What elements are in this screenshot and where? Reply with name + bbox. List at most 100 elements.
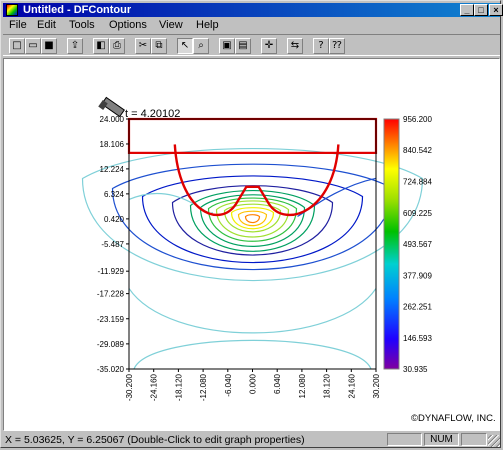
status-cell-caps (387, 433, 422, 446)
frame-button[interactable]: ▣ (219, 38, 235, 54)
contour-line-12 (244, 214, 261, 224)
main-window: Untitled - DFContour _ □ × File Edit Too… (0, 0, 503, 448)
info-button[interactable]: ? (313, 38, 329, 54)
plot-area[interactable]: 956.200 840.542 724.884 609.225 493.567 377.9… (3, 58, 500, 431)
x-tick-label: -24.160 (150, 373, 159, 401)
contour-plot[interactable]: 956.200 840.542 724.884 609.225 493.567 377.9… (4, 59, 499, 430)
print-button[interactable]: ⎙ (109, 38, 125, 54)
info-icon: ? (318, 40, 324, 51)
export-icon: ⇪ (70, 40, 80, 51)
status-cell-scrl (461, 433, 487, 446)
contour-line-outer-2 (133, 339, 372, 370)
contour-line-6 (199, 194, 306, 247)
pointer-icon: ↖ (180, 40, 190, 51)
add-button[interactable]: ✛ (261, 38, 277, 54)
toolbar: □ ▭ ■ ⇪ ◧ ⎙ ✂ ⧉ ↖ ⌕ ▣ ▤ ✛ ⇆? ⁇ (3, 34, 500, 56)
cut-button[interactable]: ✂ (135, 38, 151, 54)
print-preview-button[interactable]: ◧ (93, 38, 109, 54)
minimize-button[interactable]: _ (460, 4, 474, 16)
contour-line-11 (237, 210, 268, 227)
contour-line-outer-1 (128, 288, 377, 334)
export-button[interactable]: ⇪ (67, 38, 83, 54)
y-tick-label: 24.000 (100, 115, 125, 124)
colorbar-tick-label: 146.593 (403, 334, 432, 343)
y-tick-label: -35.020 (97, 365, 125, 374)
colorbar-tick-label: 609.225 (403, 209, 432, 218)
y-tick-label: -17.228 (97, 290, 125, 299)
colorbar-tick-label: 840.542 (403, 146, 432, 155)
x-tick-label: 0.000 (249, 373, 258, 394)
contour-line-5 (189, 189, 316, 252)
edit-button[interactable]: ⇆ (287, 38, 303, 54)
zoom-icon: ⌕ (198, 40, 204, 51)
add-icon: ✛ (264, 40, 274, 51)
y-tick-label: -29.089 (97, 340, 125, 349)
contour-line-4 (171, 185, 334, 256)
save-button[interactable]: ■ (41, 38, 57, 54)
x-tick-label: -30.200 (125, 373, 134, 401)
menu-bar: File Edit Tools Options View Help (3, 18, 500, 32)
contour-lines (81, 117, 424, 370)
menu-help[interactable]: Help (196, 19, 219, 31)
time-label: t = 4.20102 (125, 108, 180, 120)
plot-border (128, 118, 377, 370)
x-axis-ticks: -30.200 -24.160 -18.120 -12.080 -6.040 0.000 6… (125, 369, 381, 401)
contour-line-2 (111, 163, 394, 270)
window-title: Untitled - DFContour (23, 4, 132, 16)
colorbar-tick-label: 956.200 (403, 115, 432, 124)
colorbar: 956.200 840.542 724.884 609.225 493.567 377.9… (383, 115, 432, 374)
open-icon: ▭ (28, 40, 38, 51)
colorbar-tick-label: 377.909 (403, 271, 432, 280)
contour-line-outer-4 (297, 177, 377, 217)
y-tick-label: -5.487 (101, 240, 124, 249)
status-cell-num: NUM (424, 433, 459, 446)
menu-view[interactable]: View (159, 19, 183, 31)
x-tick-label: -18.120 (174, 373, 183, 401)
x-tick-label: 18.120 (323, 373, 332, 398)
contour-line-outer-3 (128, 192, 214, 214)
open-button[interactable]: ▭ (25, 38, 41, 54)
save-icon: ■ (44, 40, 54, 51)
new-button[interactable]: □ (9, 38, 25, 54)
plot-frame (128, 118, 377, 370)
menu-options[interactable]: Options (109, 19, 147, 31)
print-icon: ⎙ (113, 40, 121, 51)
close-button[interactable]: × (489, 4, 503, 16)
title-bar[interactable]: Untitled - DFContour _ □ × (3, 3, 503, 17)
status-bar: X = 5.03625, Y = 6.25067 (Double-Click t… (3, 433, 500, 447)
probe-icon[interactable] (98, 96, 126, 118)
colorbar-tick-label: 724.884 (403, 177, 432, 186)
print-preview-icon: ◧ (96, 40, 106, 51)
x-tick-label: -6.040 (224, 373, 233, 396)
frame-icon: ▣ (222, 40, 232, 51)
y-tick-label: -23.159 (97, 315, 125, 324)
y-tick-label: 18.106 (100, 140, 125, 149)
colorbar-gradient (383, 118, 400, 370)
resize-grip[interactable] (488, 435, 500, 447)
app-icon[interactable] (6, 4, 18, 16)
zoom-button[interactable]: ⌕ (193, 38, 209, 54)
y-tick-label: 12.224 (100, 165, 125, 174)
colorbar-tick-label: 262.251 (403, 303, 432, 312)
colorbar-tick-label: 30.935 (403, 365, 428, 374)
menu-edit[interactable]: Edit (37, 19, 56, 31)
x-tick-label: 6.040 (273, 373, 282, 394)
copyright-label: ©DYNAFLOW, INC. (411, 413, 496, 424)
about-button[interactable]: ⁇ (329, 38, 345, 54)
y-tick-label: -11.929 (97, 267, 124, 276)
x-tick-label: 24.160 (347, 373, 356, 398)
x-tick-label: 30.200 (372, 373, 381, 398)
edit-icon: ⇆ (290, 40, 300, 51)
copy-icon: ⧉ (155, 40, 163, 51)
y-tick-label: 0.420 (104, 215, 125, 224)
menu-file[interactable]: File (9, 19, 27, 31)
status-text: X = 5.03625, Y = 6.25067 (Double-Click t… (5, 434, 305, 446)
menu-tools[interactable]: Tools (69, 19, 95, 31)
maximize-button[interactable]: □ (474, 4, 488, 16)
box-button[interactable]: ▤ (235, 38, 251, 54)
pointer-button[interactable]: ↖ (177, 38, 193, 54)
y-axis-ticks: 24.000 18.106 12.224 6.324 0.420 -5.487 -11.92… (97, 115, 129, 374)
x-tick-label: -12.080 (199, 373, 208, 401)
copy-button[interactable]: ⧉ (151, 38, 167, 54)
cut-icon: ✂ (138, 40, 148, 51)
